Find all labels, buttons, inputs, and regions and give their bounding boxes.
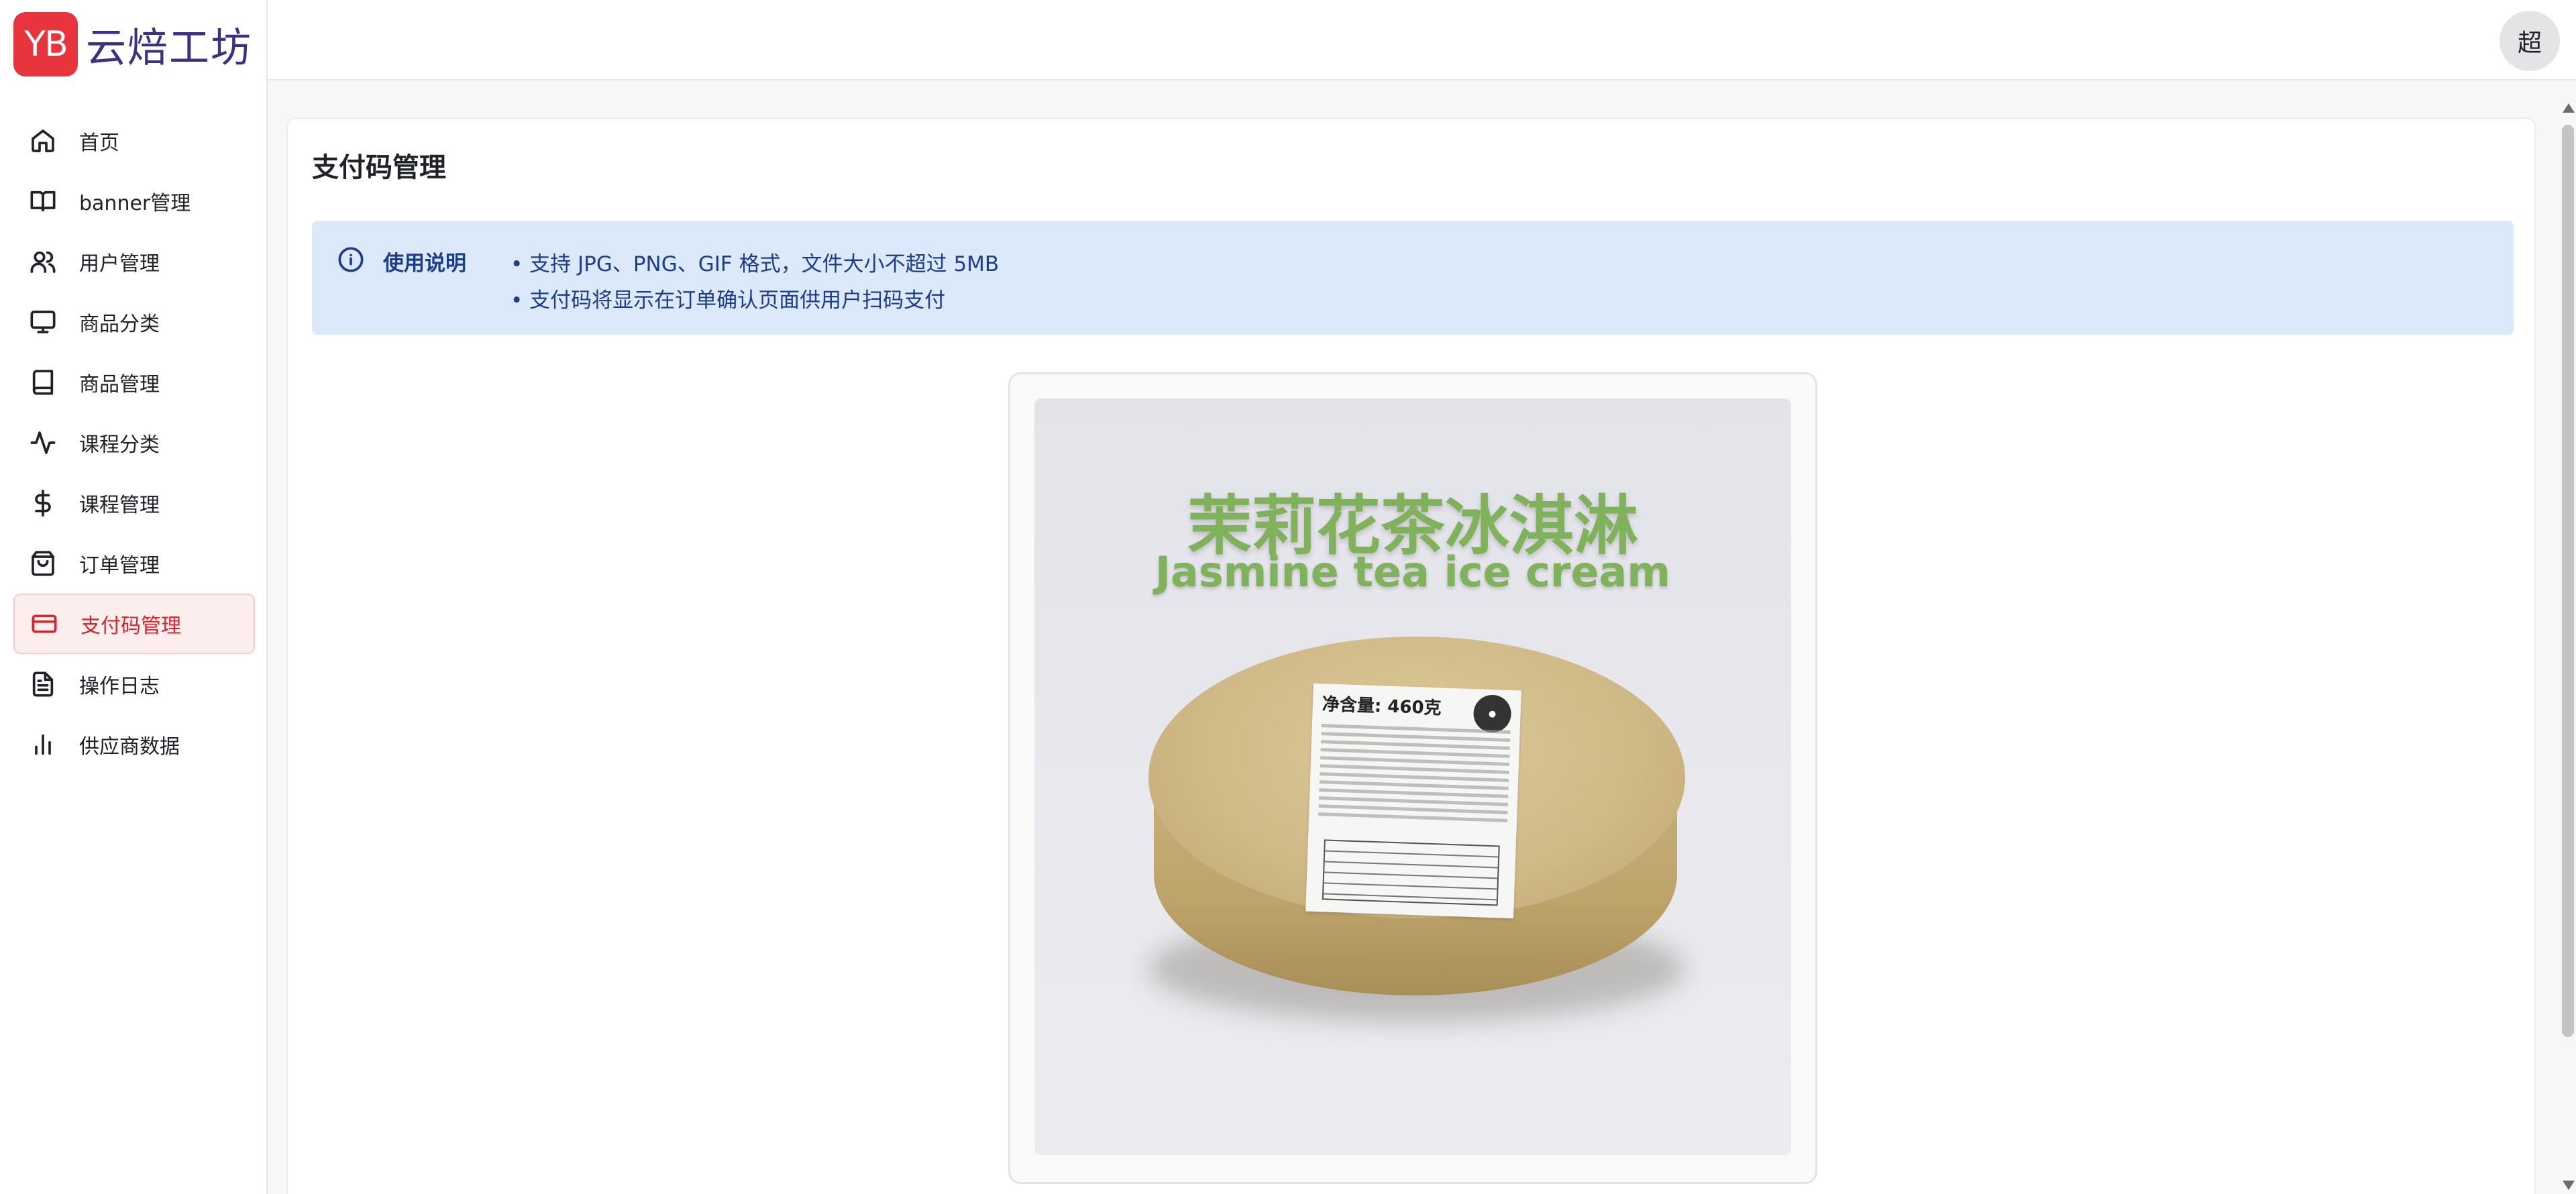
sidebar-item-label: 订单管理 bbox=[79, 554, 160, 578]
payment-code-image: 茉莉花茶冰淇淋 Jasmine tea ice cream 净含量: 460克 … bbox=[1034, 398, 1791, 1155]
notice-line: • 支付码将显示在订单确认页面供用户扫码支付 bbox=[511, 288, 946, 313]
sidebar-item-label: 用户管理 bbox=[79, 252, 160, 276]
scrollbar-thumb[interactable] bbox=[2562, 125, 2574, 1037]
sidebar-item-label: 商品管理 bbox=[79, 373, 160, 396]
scroll-up-arrow-icon[interactable] bbox=[2563, 103, 2575, 113]
page-title: 支付码管理 bbox=[312, 152, 446, 183]
activity-icon bbox=[28, 428, 58, 457]
sidebar-item-products[interactable]: 商品管理 bbox=[13, 352, 255, 413]
payment-code-preview[interactable]: 茉莉花茶冰淇淋 Jasmine tea ice cream 净含量: 460克 … bbox=[1008, 372, 1817, 1184]
product-label: 净含量: 460克 ● bbox=[1305, 683, 1521, 919]
sidebar-item-label: 课程管理 bbox=[79, 494, 160, 517]
users-icon bbox=[28, 247, 58, 276]
sidebar-nav: 首页 banner管理 用户管理 商品分类 商品管理 课程分类 课程管理 订单管… bbox=[13, 111, 255, 775]
credit-card-icon bbox=[30, 609, 59, 639]
notice-line: • 支持 JPG、PNG、GIF 格式，文件大小不超过 5MB bbox=[511, 252, 1000, 276]
app-logo[interactable]: YB 云焙工坊 bbox=[13, 12, 252, 76]
sidebar-item-label: 支付码管理 bbox=[80, 614, 181, 638]
sidebar-item-label: 首页 bbox=[79, 131, 119, 155]
sidebar-item-users[interactable]: 用户管理 bbox=[13, 231, 255, 292]
scroll-down-arrow-icon[interactable] bbox=[2563, 1181, 2575, 1190]
avatar[interactable]: 超 bbox=[2500, 11, 2560, 71]
sidebar-item-course-category[interactable]: 课程分类 bbox=[13, 413, 255, 473]
notice-lines: • 支持 JPG、PNG、GIF 格式，文件大小不超过 5MB • 支付码将显示… bbox=[511, 246, 999, 319]
brand-seal-icon: ● bbox=[1472, 694, 1512, 733]
label-text-lines bbox=[1318, 724, 1511, 827]
monitor-icon bbox=[28, 307, 58, 337]
product-title-en: Jasmine tea ice cream bbox=[1155, 547, 1670, 596]
sidebar-item-label: 商品分类 bbox=[79, 313, 160, 336]
logo-badge: YB bbox=[13, 12, 78, 76]
net-weight-label: 净含量: 460克 bbox=[1322, 694, 1442, 719]
sidebar-item-supplier-data[interactable]: 供应商数据 bbox=[13, 714, 255, 775]
notice-title: 使用说明 bbox=[383, 252, 466, 276]
top-bar: 超 bbox=[268, 0, 2576, 80]
sidebar-item-operation-log[interactable]: 操作日志 bbox=[13, 654, 255, 714]
content-card: 支付码管理 使用说明 • 支持 JPG、PNG、GIF 格式，文件大小不超过 5… bbox=[286, 117, 2536, 1194]
shopping-bag-icon bbox=[28, 549, 58, 578]
nutrition-table bbox=[1322, 839, 1500, 906]
sidebar: YB 云焙工坊 首页 banner管理 用户管理 商品分类 商品管理 课程分类 … bbox=[0, 0, 268, 1194]
sidebar-item-courses[interactable]: 课程管理 bbox=[13, 473, 255, 533]
sidebar-item-banner[interactable]: banner管理 bbox=[13, 171, 255, 231]
dollar-icon bbox=[28, 488, 58, 518]
sidebar-item-label: banner管理 bbox=[79, 192, 191, 215]
file-text-icon bbox=[28, 669, 58, 699]
sidebar-item-label: 操作日志 bbox=[79, 675, 160, 698]
sidebar-item-product-category[interactable]: 商品分类 bbox=[13, 292, 255, 352]
sidebar-item-label: 课程分类 bbox=[79, 433, 160, 457]
usage-notice: 使用说明 • 支持 JPG、PNG、GIF 格式，文件大小不超过 5MB • 支… bbox=[312, 221, 2514, 335]
book-open-icon bbox=[28, 186, 58, 216]
sidebar-item-home[interactable]: 首页 bbox=[13, 111, 255, 171]
info-icon bbox=[337, 246, 364, 273]
sidebar-item-orders[interactable]: 订单管理 bbox=[13, 533, 255, 594]
sidebar-item-label: 供应商数据 bbox=[79, 735, 180, 759]
book-icon bbox=[28, 368, 58, 397]
sidebar-item-payment-code[interactable]: 支付码管理 bbox=[13, 594, 255, 654]
app-name: 云焙工坊 bbox=[86, 24, 252, 72]
page-scrollbar[interactable] bbox=[2560, 101, 2576, 1194]
bar-chart-icon bbox=[28, 730, 58, 759]
home-icon bbox=[28, 126, 58, 156]
